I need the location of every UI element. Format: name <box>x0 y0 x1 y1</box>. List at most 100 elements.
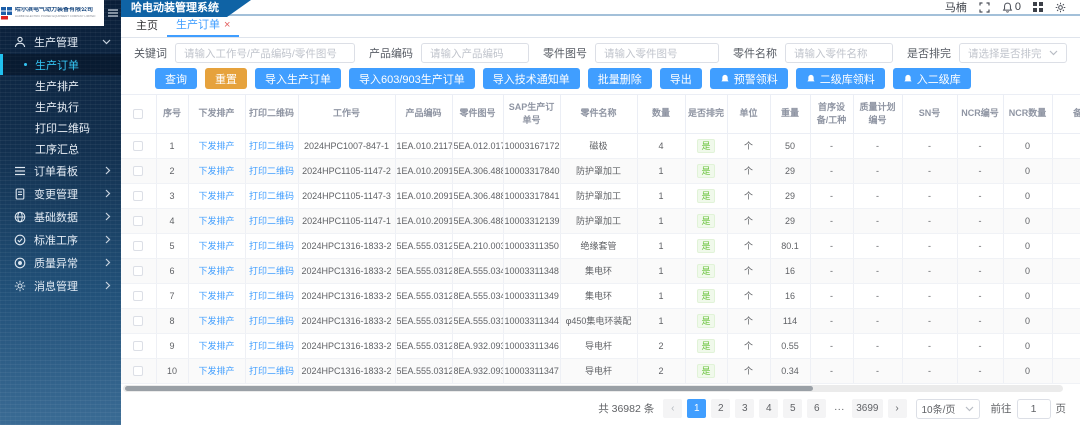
导入603/903生产订单-button[interactable]: 导入603/903生产订单 <box>349 68 475 89</box>
table-row: 4下发排产打印二维码2024HPC1105-1147-11EA.010.2091… <box>121 208 1080 233</box>
sidebar-item-质量异常[interactable]: 质量异常 <box>0 251 121 274</box>
gear-icon <box>14 280 26 292</box>
page-button-1[interactable]: 1 <box>687 399 706 418</box>
dispatch-link[interactable]: 下发排产 <box>188 233 245 258</box>
cell: - <box>957 358 1003 383</box>
dispatch-link[interactable]: 下发排产 <box>188 158 245 183</box>
预警领料-button[interactable]: 预警领料 <box>710 68 788 89</box>
入二级库-button[interactable]: 入二级库 <box>893 68 971 89</box>
cell: 10003311346 <box>503 333 560 358</box>
sidebar-subitem-生产排产[interactable]: 生产排产 <box>0 75 121 96</box>
sidebar-item-标准工序[interactable]: 标准工序 <box>0 228 121 251</box>
重置-button[interactable]: 重置 <box>205 68 247 89</box>
print-qrcode-link[interactable]: 打印二维码 <box>245 333 298 358</box>
sidebar-collapse-button[interactable] <box>104 0 121 26</box>
print-qrcode-link[interactable]: 打印二维码 <box>245 233 298 258</box>
dispatch-link[interactable]: 下发排产 <box>188 283 245 308</box>
company-logo: 哈尔滨电气动力装备有限公司 HARBIN ELECTRIC POWER EQUI… <box>0 0 104 26</box>
row-checkbox[interactable] <box>133 291 143 301</box>
notification-bell-icon[interactable]: 0 <box>1002 1 1021 13</box>
filter-input[interactable]: 请输入零件图号 <box>595 43 719 63</box>
row-checkbox[interactable] <box>133 241 143 251</box>
logo-bar: 哈尔滨电气动力装备有限公司 HARBIN ELECTRIC POWER EQUI… <box>0 0 121 26</box>
filter-input[interactable]: 请输入工作号/产品编码/零件图号 <box>175 43 355 63</box>
page-button-5[interactable]: 5 <box>783 399 802 418</box>
page-button-2[interactable]: 2 <box>711 399 730 418</box>
row-checkbox[interactable] <box>133 141 143 151</box>
page-size-select[interactable]: 10条/页 <box>916 399 980 419</box>
filter-label: 零件图号 <box>543 45 587 61</box>
cell: - <box>810 233 853 258</box>
sidebar-item-基础数据[interactable]: 基础数据 <box>0 205 121 228</box>
filter-input[interactable]: 请输入零件名称 <box>785 43 893 63</box>
horizontal-scrollbar[interactable] <box>123 385 1063 392</box>
select-all-checkbox[interactable] <box>133 109 143 119</box>
cell: 5EA.306.4887 <box>452 183 503 208</box>
导入技术通知单-button[interactable]: 导入技术通知单 <box>483 68 580 89</box>
row-checkbox[interactable] <box>133 341 143 351</box>
page-button-3[interactable]: 3 <box>735 399 754 418</box>
row-checkbox[interactable] <box>133 366 143 376</box>
sidebar-subitem-打印二维码[interactable]: 打印二维码 <box>0 117 121 138</box>
prev-page-button[interactable]: ‹ <box>663 399 682 418</box>
print-qrcode-link[interactable]: 打印二维码 <box>245 208 298 233</box>
settings-gear-icon[interactable] <box>1055 2 1066 13</box>
button-label: 导出 <box>670 71 692 87</box>
goto-page-input[interactable]: 1 <box>1017 399 1051 419</box>
dispatch-link[interactable]: 下发排产 <box>188 183 245 208</box>
导出-button[interactable]: 导出 <box>660 68 702 89</box>
sidebar-item-生产管理[interactable]: 生产管理 <box>0 30 121 54</box>
批量删除-button[interactable]: 批量删除 <box>588 68 652 89</box>
dispatch-link[interactable]: 下发排产 <box>188 333 245 358</box>
print-qrcode-link[interactable]: 打印二维码 <box>245 283 298 308</box>
sidebar-subitem-工序汇总[interactable]: 工序汇总 <box>0 138 121 159</box>
filter-input[interactable]: 请输入产品编码 <box>421 43 529 63</box>
row-checkbox[interactable] <box>133 166 143 176</box>
column-header-备注: 备注 <box>1052 95 1080 133</box>
scheduled-tag: 是 <box>685 183 727 208</box>
row-checkbox[interactable] <box>133 266 143 276</box>
查询-button[interactable]: 查询 <box>155 68 197 89</box>
page-button-3699[interactable]: 3699 <box>852 399 882 418</box>
sidebar-item-消息管理[interactable]: 消息管理 <box>0 274 121 297</box>
sidebar-subitem-生产订单[interactable]: 生产订单 <box>0 54 121 75</box>
tab-主页[interactable]: 主页 <box>127 16 167 37</box>
row-checkbox[interactable] <box>133 191 143 201</box>
print-qrcode-link[interactable]: 打印二维码 <box>245 358 298 383</box>
row-checkbox[interactable] <box>133 216 143 226</box>
dispatch-link[interactable]: 下发排产 <box>188 358 245 383</box>
apps-grid-icon[interactable] <box>1033 2 1043 12</box>
导入生产订单-button[interactable]: 导入生产订单 <box>255 68 341 89</box>
print-qrcode-link[interactable]: 打印二维码 <box>245 133 298 158</box>
print-qrcode-link[interactable]: 打印二维码 <box>245 308 298 333</box>
cell: 8EA.555.0346 <box>452 258 503 283</box>
page-button-4[interactable]: 4 <box>759 399 778 418</box>
cell: 个 <box>727 233 770 258</box>
more-pages-icon[interactable]: ··· <box>831 403 847 415</box>
tab-生产订单[interactable]: 生产订单× <box>167 16 239 37</box>
print-qrcode-link[interactable]: 打印二维码 <box>245 183 298 208</box>
sidebar-item-变更管理[interactable]: 变更管理 <box>0 182 121 205</box>
fullscreen-icon[interactable] <box>979 2 990 13</box>
dispatch-link[interactable]: 下发排产 <box>188 208 245 233</box>
cell: - <box>853 258 902 283</box>
print-qrcode-link[interactable]: 打印二维码 <box>245 258 298 283</box>
cell: 个 <box>727 358 770 383</box>
dispatch-link[interactable]: 下发排产 <box>188 308 245 333</box>
notification-count: 0 <box>1015 1 1021 13</box>
sidebar-subitem-生产执行[interactable]: 生产执行 <box>0 96 121 117</box>
二级库领料-button[interactable]: 二级库领料 <box>796 68 885 89</box>
button-label: 查询 <box>165 71 187 87</box>
user-name[interactable]: 马楠 <box>945 0 967 15</box>
tab-close-icon[interactable]: × <box>224 20 230 31</box>
page-button-6[interactable]: 6 <box>807 399 826 418</box>
dispatch-link[interactable]: 下发排产 <box>188 133 245 158</box>
scrollbar-thumb[interactable] <box>125 386 813 391</box>
next-page-button[interactable]: › <box>888 399 907 418</box>
row-checkbox[interactable] <box>133 316 143 326</box>
print-qrcode-link[interactable]: 打印二维码 <box>245 158 298 183</box>
cell: - <box>902 283 957 308</box>
filter-select[interactable]: 请选择是否排完 <box>959 43 1067 63</box>
sidebar-item-订单看板[interactable]: 订单看板 <box>0 159 121 182</box>
dispatch-link[interactable]: 下发排产 <box>188 258 245 283</box>
